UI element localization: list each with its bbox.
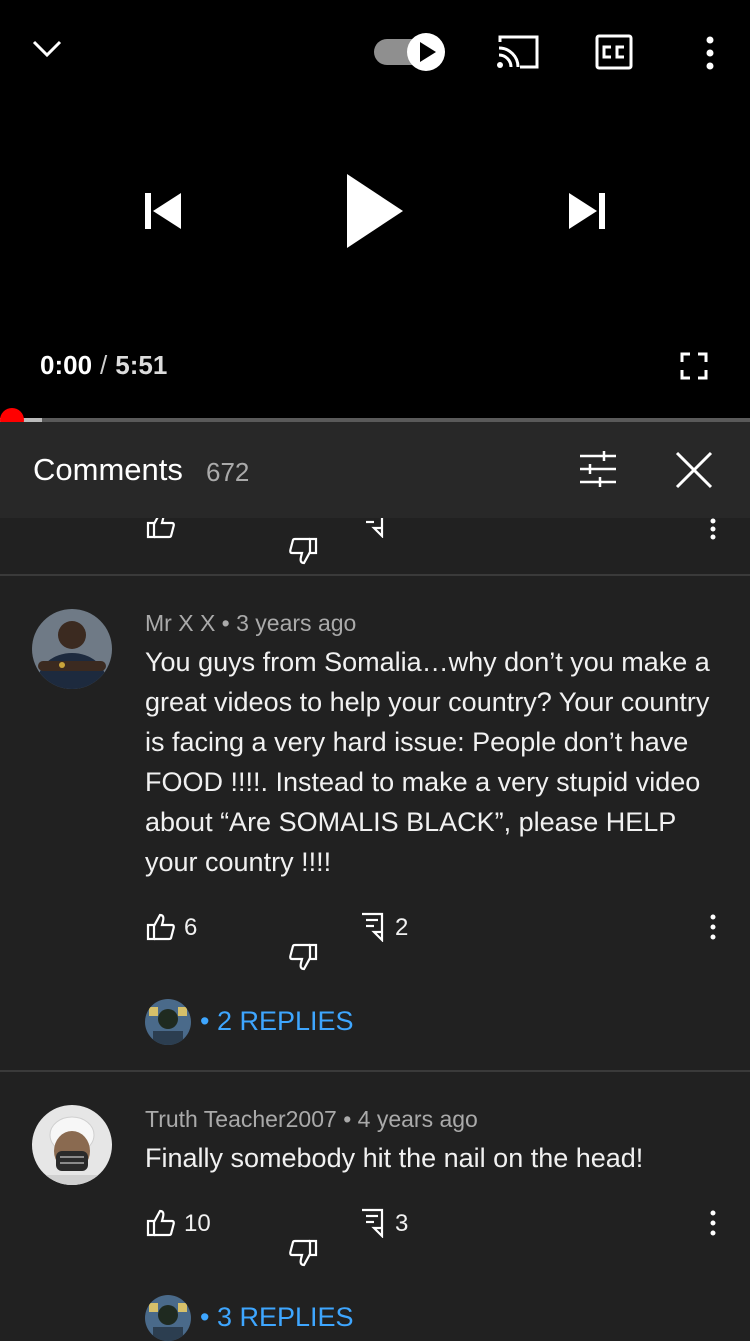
replies-dot: • bbox=[200, 1302, 210, 1332]
replier-avatar bbox=[145, 999, 191, 1045]
reply-icon[interactable] bbox=[360, 518, 384, 538]
replies-label: 3 REPLIES bbox=[216, 1302, 354, 1332]
duration: 5:51 bbox=[115, 350, 168, 380]
like-count: 10 bbox=[184, 1210, 211, 1237]
current-time: 0:00 bbox=[40, 350, 93, 380]
replies-label: 2 REPLIES bbox=[216, 1006, 354, 1036]
comment-age: 4 years ago bbox=[357, 1106, 478, 1132]
like-count: 6 bbox=[184, 914, 198, 941]
cast-icon[interactable] bbox=[496, 34, 540, 70]
view-replies-link[interactable]: • 2 REPLIES bbox=[200, 1006, 354, 1037]
comment-text: You guys from Somalia…why don’t you make… bbox=[145, 647, 710, 877]
more-vert-icon[interactable] bbox=[700, 35, 720, 71]
chevron-down-icon[interactable] bbox=[30, 34, 64, 64]
reply-count: 3 bbox=[395, 1210, 409, 1237]
replier-avatar bbox=[145, 1295, 191, 1341]
comment-meta: Mr X X • 3 years ago bbox=[145, 610, 356, 637]
close-icon[interactable] bbox=[675, 451, 713, 489]
comment-text: Finally somebody hit the nail on the hea… bbox=[145, 1143, 644, 1173]
meta-dot: • bbox=[343, 1106, 352, 1132]
play-icon[interactable] bbox=[343, 172, 405, 250]
more-vert-icon[interactable] bbox=[706, 1210, 720, 1236]
view-replies-link[interactable]: • 3 REPLIES bbox=[200, 1302, 354, 1333]
cc-icon[interactable] bbox=[595, 34, 633, 70]
avatar[interactable] bbox=[32, 1105, 112, 1185]
more-vert-icon[interactable] bbox=[706, 914, 720, 940]
thumbs-down-icon[interactable] bbox=[258, 912, 318, 971]
autoplay-toggle-icon[interactable] bbox=[372, 32, 448, 72]
comment-meta: Truth Teacher2007 • 4 years ago bbox=[145, 1106, 478, 1133]
meta-dot: • bbox=[221, 610, 230, 636]
comment-divider bbox=[0, 1070, 750, 1072]
thumbs-down-icon[interactable] bbox=[258, 1208, 318, 1267]
skip-next-icon[interactable] bbox=[567, 191, 607, 231]
comments-header: Comments 672 bbox=[0, 422, 750, 518]
thumbs-up-icon[interactable] bbox=[146, 1208, 176, 1238]
reply-icon[interactable] bbox=[360, 912, 384, 942]
comment-age: 3 years ago bbox=[236, 610, 357, 636]
previous-comment-actions bbox=[0, 518, 750, 574]
thumbs-up-icon[interactable] bbox=[146, 518, 176, 540]
comment-author[interactable]: Truth Teacher2007 bbox=[145, 1106, 337, 1132]
comments-title: Comments bbox=[33, 452, 183, 487]
fullscreen-icon[interactable] bbox=[680, 352, 708, 380]
thumbs-down-icon[interactable] bbox=[258, 518, 318, 565]
time-display: 0:00/5:51 bbox=[40, 350, 167, 381]
thumbs-up-icon[interactable] bbox=[146, 912, 176, 942]
video-player[interactable]: 0:00/5:51 bbox=[0, 0, 750, 418]
comments-count: 672 bbox=[206, 457, 250, 487]
avatar[interactable] bbox=[32, 609, 112, 689]
replies-dot: • bbox=[200, 1006, 210, 1036]
skip-previous-icon[interactable] bbox=[143, 191, 183, 231]
reply-count: 2 bbox=[395, 914, 409, 941]
time-separator: / bbox=[100, 350, 108, 380]
comment-author[interactable]: Mr X X bbox=[145, 610, 215, 636]
sort-filter-icon[interactable] bbox=[578, 450, 618, 488]
comment-divider bbox=[0, 574, 750, 576]
reply-icon[interactable] bbox=[360, 1208, 384, 1238]
more-vert-icon[interactable] bbox=[706, 518, 720, 540]
